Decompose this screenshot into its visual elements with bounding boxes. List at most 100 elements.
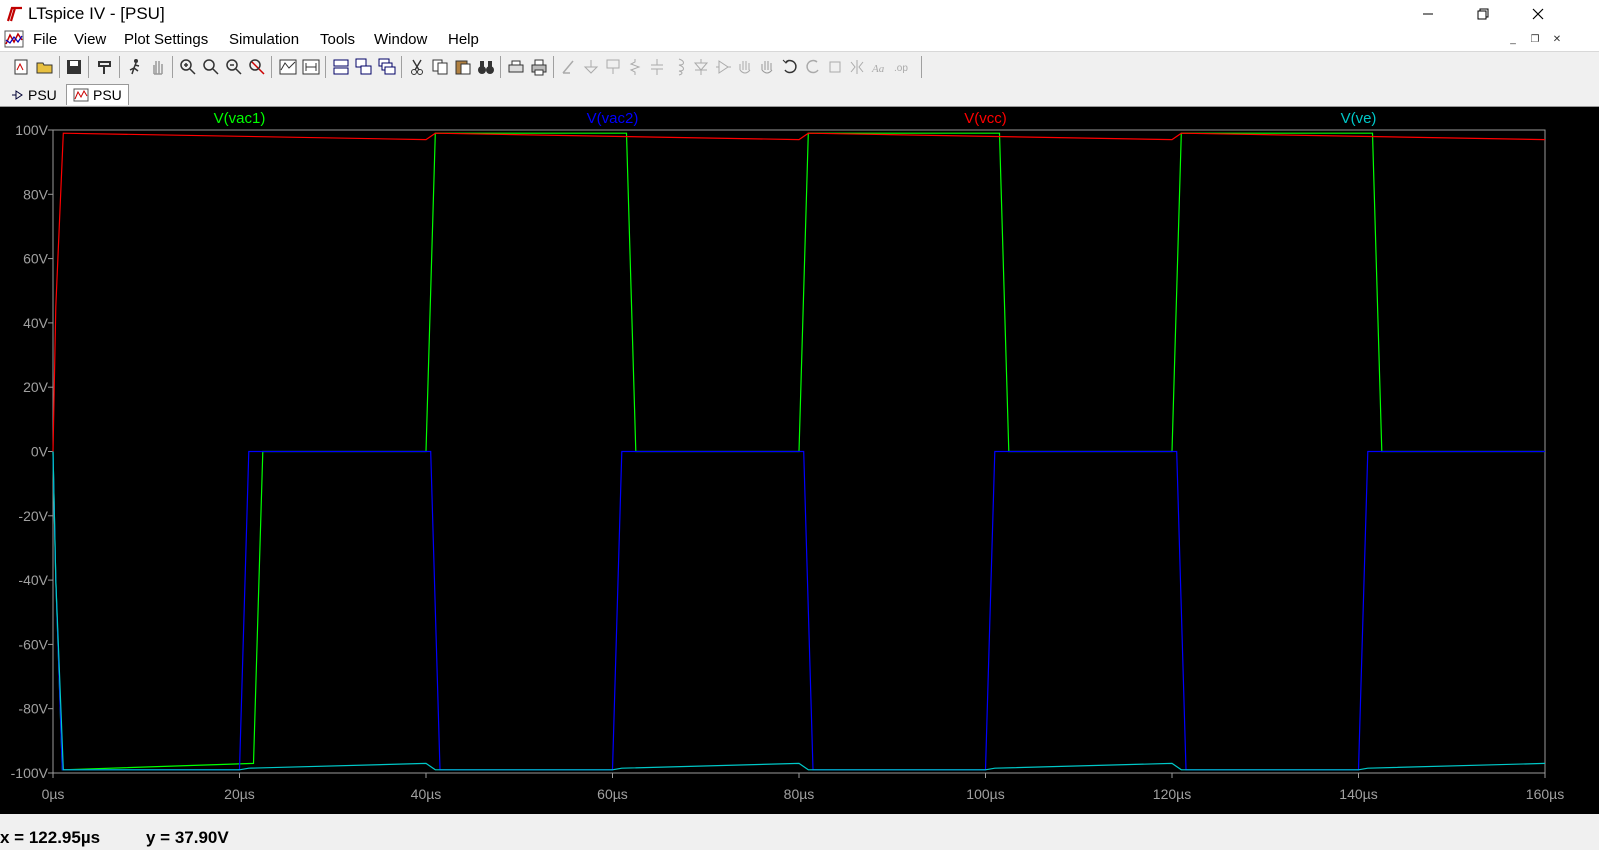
paste-icon[interactable] xyxy=(454,58,472,76)
menu-view[interactable]: View xyxy=(74,31,106,48)
toolbar-separator xyxy=(59,56,60,78)
close-button[interactable] xyxy=(1515,0,1561,28)
y-tick-label: -80V xyxy=(18,701,48,717)
document-tabs: PSU PSU xyxy=(0,82,1599,107)
title-bar: LTspice IV - [PSU] xyxy=(0,0,1599,28)
undo-icon[interactable] xyxy=(781,58,799,76)
zoom-fit-icon[interactable] xyxy=(202,58,220,76)
spice-directive-icon: .op xyxy=(894,63,908,74)
find-binoculars-icon[interactable] xyxy=(477,58,495,76)
menu-help[interactable]: Help xyxy=(448,31,479,48)
label-net-icon xyxy=(606,59,620,74)
close-icon: ✕ xyxy=(1552,33,1562,45)
mirror-icon xyxy=(850,60,864,74)
minimize-button[interactable] xyxy=(1405,0,1451,28)
menu-tools[interactable]: Tools xyxy=(320,31,355,48)
restore-icon xyxy=(1477,8,1489,20)
manual-limits-icon[interactable] xyxy=(302,58,320,76)
y-tick-label: -40V xyxy=(18,572,48,588)
y-tick-label: -20V xyxy=(18,508,48,524)
print-icon[interactable] xyxy=(530,58,548,76)
window-title: LTspice IV - [PSU] xyxy=(28,4,165,23)
run-icon[interactable] xyxy=(126,58,144,76)
mdi-close-button[interactable]: ✕ xyxy=(1550,32,1564,46)
toolbar-separator xyxy=(119,56,120,78)
y-tick-label: 80V xyxy=(23,186,49,202)
mdi-restore-button[interactable]: ❐ xyxy=(1528,32,1542,46)
waveform-chart[interactable]: 100V 80V 60V 40V 20V 0V -20V -40V -60V -80V -100V 0… xyxy=(0,107,1599,814)
tab-schematic[interactable]: PSU xyxy=(4,84,63,105)
series-line-v-vcc- xyxy=(52,132,1546,452)
waveform-icon xyxy=(73,88,89,102)
toolbar-separator xyxy=(500,56,501,78)
waveform-doc-icon[interactable] xyxy=(4,30,24,48)
schematic-icon xyxy=(12,89,23,100)
legend-label: V(vcc) xyxy=(964,110,1007,127)
toolbar: Aa .op xyxy=(0,51,1599,83)
legend-label: V(ve) xyxy=(1341,110,1377,127)
menu-window[interactable]: Window xyxy=(374,31,427,48)
component-icon xyxy=(716,60,731,74)
resistor-icon xyxy=(629,59,641,75)
series-line-v-vac2- xyxy=(52,450,1545,771)
tile-vertical-icon[interactable] xyxy=(355,58,373,76)
x-tick-label: 0µs xyxy=(42,786,65,802)
move-hand-icon xyxy=(739,61,751,74)
ground-icon xyxy=(583,60,599,74)
menu-file[interactable]: File xyxy=(33,31,57,48)
print-setup-icon[interactable] xyxy=(507,58,525,76)
y-tick-label: 60V xyxy=(23,251,49,267)
copy-icon[interactable] xyxy=(431,58,449,76)
tab-label: PSU xyxy=(93,87,122,103)
y-tick-label: -100V xyxy=(11,765,49,781)
diode-icon xyxy=(693,59,709,75)
tab-label: PSU xyxy=(28,86,57,103)
inductor-icon xyxy=(678,58,684,76)
toolbar-separator xyxy=(401,56,402,78)
svg-text:Aa: Aa xyxy=(871,63,885,75)
x-tick-label: 160µs xyxy=(1526,786,1564,802)
zoom-in-icon[interactable] xyxy=(179,58,197,76)
toolbar-separator xyxy=(88,56,89,78)
y-tick-label: 40V xyxy=(23,315,49,331)
control-panel-hammer-icon[interactable] xyxy=(96,58,114,76)
waveform-plot[interactable]: 100V 80V 60V 40V 20V 0V -20V -40V -60V -80V -100V 0… xyxy=(0,107,1599,814)
cursor-y-readout: y = 37.90V xyxy=(146,828,229,847)
status-bar: x = 122.95µs y = 37.90V xyxy=(0,814,1599,850)
toolbar-separator xyxy=(172,56,173,78)
cascade-icon[interactable] xyxy=(378,58,396,76)
save-icon[interactable] xyxy=(65,58,83,76)
menu-plot-settings[interactable]: Plot Settings xyxy=(124,31,208,48)
y-tick-label: -60V xyxy=(18,636,48,652)
legend-label: V(vac2) xyxy=(587,110,639,127)
zoom-cancel-icon[interactable] xyxy=(248,58,266,76)
redo-icon xyxy=(806,59,819,74)
restore-button[interactable] xyxy=(1460,0,1506,28)
x-tick-label: 100µs xyxy=(966,786,1004,802)
capacitor-icon xyxy=(651,59,663,75)
open-folder-icon[interactable] xyxy=(36,58,54,76)
svg-text:.op: .op xyxy=(894,63,908,74)
y-tick-label: 20V xyxy=(23,379,49,395)
menu-bar: File View Plot Settings Simulation Tools… xyxy=(0,28,1599,50)
new-schematic-icon[interactable] xyxy=(12,58,30,76)
y-tick-label: 0V xyxy=(31,444,49,460)
text-icon: Aa xyxy=(871,63,885,75)
autorange-icon[interactable] xyxy=(279,58,297,76)
halt-hand-icon[interactable] xyxy=(149,58,167,76)
drag-hand-icon xyxy=(761,61,773,74)
minimize-icon: _ xyxy=(1510,33,1516,45)
series-line-v-ve- xyxy=(52,451,1546,771)
mdi-minimize-button[interactable]: _ xyxy=(1506,32,1520,46)
menu-simulation[interactable]: Simulation xyxy=(229,31,299,48)
toolbar-separator xyxy=(553,56,554,78)
x-tick-label: 120µs xyxy=(1153,786,1191,802)
y-tick-label: 100V xyxy=(15,122,48,138)
tab-waveform[interactable]: PSU xyxy=(66,84,129,105)
x-tick-label: 140µs xyxy=(1339,786,1377,802)
tile-horizontal-icon[interactable] xyxy=(332,58,350,76)
rotate-icon xyxy=(829,61,841,73)
cut-icon[interactable] xyxy=(408,58,426,76)
zoom-out-icon[interactable] xyxy=(225,58,243,76)
cursor-x-readout: x = 122.95µs xyxy=(0,828,101,847)
